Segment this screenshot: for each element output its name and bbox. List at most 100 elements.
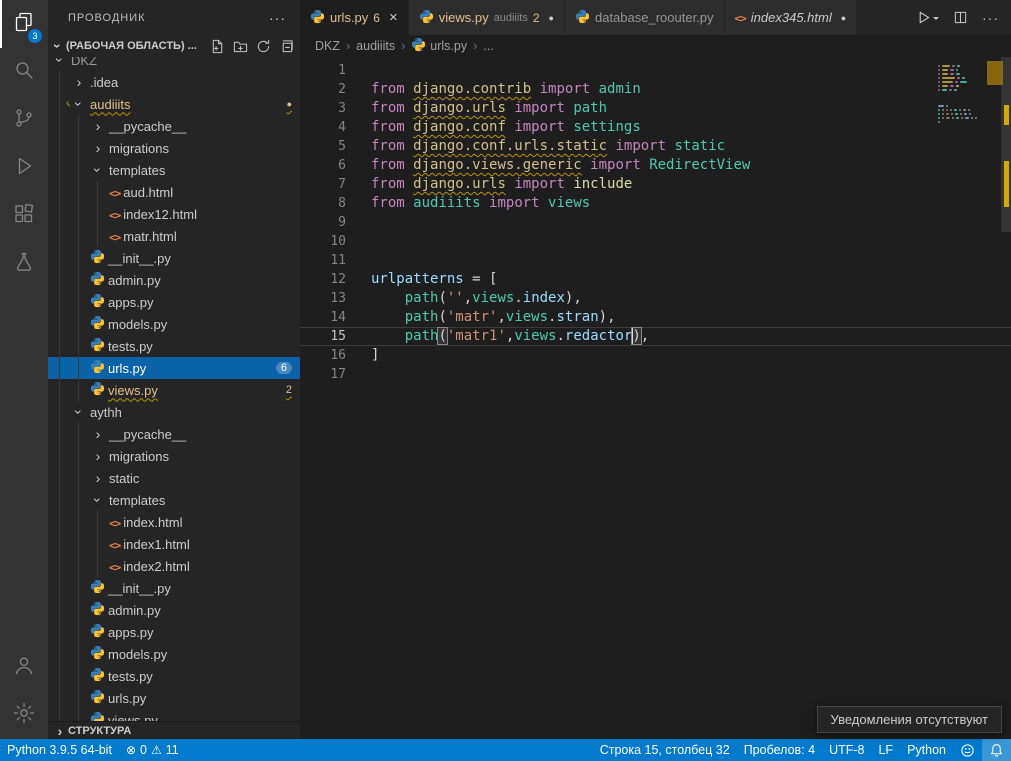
code-text[interactable]: ] (371, 346, 379, 365)
chevron-right-icon[interactable]: › (71, 74, 87, 90)
chevron-down-icon[interactable]: › (90, 492, 106, 508)
tree-item-matr.html[interactable]: <>matr.html (48, 225, 300, 247)
chevron-right-icon[interactable]: › (90, 448, 106, 464)
code-text[interactable]: from django.urls import path (371, 99, 607, 118)
breadcrumb-item-urls.py[interactable]: urls.py (411, 37, 467, 55)
tree-item-index2.html[interactable]: <>index2.html (48, 555, 300, 577)
code-text[interactable]: from django.views.generic import Redirec… (371, 156, 750, 175)
workspace-section-header[interactable]: › (РАБОЧАЯ ОБЛАСТЬ) ... (48, 35, 300, 57)
tree-item-.idea[interactable]: ›.idea (48, 71, 300, 93)
minimap-token (942, 117, 944, 119)
code-text[interactable]: from django.urls import include (371, 175, 632, 194)
chevron-right-icon[interactable]: › (90, 426, 106, 442)
tree-item-migrations[interactable]: ›migrations (48, 445, 300, 467)
minimap-token (938, 105, 944, 107)
tree-item-admin.py[interactable]: admin.py (48, 599, 300, 621)
run-icon[interactable] (916, 10, 939, 25)
problems-indicator[interactable]: ⊗0⚠11 (119, 739, 186, 761)
code-text[interactable]: path('',views.index), (371, 289, 582, 308)
python-interpreter[interactable]: Python 3.9.5 64-bit (0, 739, 119, 761)
tree-item-templates[interactable]: ›templates (48, 159, 300, 181)
tree-item-models.py[interactable]: models.py (48, 313, 300, 335)
tree-item-admin.py[interactable]: admin.py (48, 269, 300, 291)
activity-search[interactable] (0, 48, 48, 96)
tree-item-DKZ[interactable]: ›DKZ (48, 57, 300, 71)
tree-item-apps.py[interactable]: apps.py (48, 621, 300, 643)
notifications-bell[interactable] (982, 739, 1011, 761)
minimap-token (942, 89, 946, 91)
code-text[interactable]: urlpatterns = [ (371, 270, 497, 289)
overview-ruler[interactable] (1001, 57, 1011, 739)
tree-item-index1.html[interactable]: <>index1.html (48, 533, 300, 555)
tree-item-tests.py[interactable]: tests.py (48, 335, 300, 357)
split-editor-icon[interactable] (953, 10, 968, 25)
tree-item-migrations[interactable]: ›migrations (48, 137, 300, 159)
tree-item-urls.py[interactable]: urls.py6 (48, 357, 300, 379)
chevron-down-icon[interactable]: › (71, 96, 87, 112)
tab-database_roouter.py[interactable]: database_roouter.py (565, 0, 724, 35)
language-mode[interactable]: Python (900, 739, 953, 761)
breadcrumb-item-...[interactable]: ... (483, 39, 493, 53)
tab-urls.py[interactable]: urls.py6× (300, 0, 408, 35)
activity-account[interactable] (0, 643, 48, 691)
tree-item-templates[interactable]: ›templates (48, 489, 300, 511)
refresh-icon[interactable] (256, 39, 271, 54)
code-text[interactable]: path('matr',views.stran), (371, 308, 616, 327)
tree-item-__init__.py[interactable]: __init__.py (48, 247, 300, 269)
tree-item-__pycache__[interactable]: ›__pycache__ (48, 423, 300, 445)
indentation[interactable]: Пробелов: 4 (737, 739, 822, 761)
code-text[interactable]: from audiiits import views (371, 194, 590, 213)
tree-item-views.py[interactable]: views.py (48, 709, 300, 721)
activity-run-debug[interactable] (0, 144, 48, 192)
code-text[interactable]: path('matr1',views.redactor), (371, 327, 649, 346)
chevron-right-icon[interactable]: › (90, 118, 106, 134)
close-icon[interactable]: × (389, 11, 398, 25)
tree-item-aythh[interactable]: ›aythh (48, 401, 300, 423)
tab-index345.html[interactable]: <>index345.html● (725, 0, 857, 35)
outline-section-header[interactable]: › СТРУКТУРА (48, 721, 300, 739)
code-text[interactable]: from django.contrib import admin (371, 80, 641, 99)
tab-label: database_roouter.py (595, 10, 714, 25)
activity-source-control[interactable] (0, 96, 48, 144)
chevron-down-icon[interactable]: › (52, 57, 68, 68)
chevron-right-icon[interactable]: › (90, 140, 106, 156)
feedback-icon[interactable] (953, 739, 982, 761)
tree-item-static[interactable]: ›static (48, 467, 300, 489)
activity-extensions[interactable] (0, 192, 48, 240)
code-text[interactable]: from django.conf.urls.static import stat… (371, 137, 725, 156)
tree-item-__pycache__[interactable]: ›__pycache__ (48, 115, 300, 137)
breadcrumb-item-DKZ[interactable]: DKZ (315, 39, 340, 53)
encoding[interactable]: UTF-8 (822, 739, 871, 761)
tree-item-tests.py[interactable]: tests.py (48, 665, 300, 687)
new-folder-icon[interactable] (233, 39, 248, 54)
tree-item-views.py[interactable]: views.py2 (48, 379, 300, 401)
chevron-down-icon[interactable]: › (90, 162, 106, 178)
tree-item-models.py[interactable]: models.py (48, 643, 300, 665)
activity-explorer[interactable]: 3 (0, 0, 48, 48)
python-interpreter-label: Python 3.9.5 64-bit (7, 743, 112, 757)
tree-item-index.html[interactable]: <>index.html (48, 511, 300, 533)
code-editor[interactable]: 12from django.contrib import admin3from … (300, 57, 1011, 739)
more-actions-icon[interactable]: ··· (269, 10, 286, 26)
tree-item-label: templates (109, 163, 165, 178)
chevron-down-icon[interactable]: › (71, 404, 87, 420)
activity-settings[interactable] (0, 691, 48, 739)
tree-item-index12.html[interactable]: <>index12.html (48, 203, 300, 225)
minimap[interactable] (938, 61, 1000, 129)
new-file-icon[interactable] (210, 39, 225, 54)
tab-views.py[interactable]: views.pyaudiiits2● (409, 0, 564, 35)
chevron-right-icon[interactable]: › (90, 470, 106, 486)
eol[interactable]: LF (871, 739, 900, 761)
code-text[interactable]: from django.conf import settings (371, 118, 641, 137)
activity-testing[interactable] (0, 240, 48, 288)
tree-item-aud.html[interactable]: <>aud.html (48, 181, 300, 203)
breadcrumb-item-audiiits[interactable]: audiiits (356, 39, 395, 53)
tree-item-audiiits[interactable]: ›audiiits● (48, 93, 300, 115)
indent-guide (78, 335, 90, 357)
tree-item-__init__.py[interactable]: __init__.py (48, 577, 300, 599)
collapse-all-icon[interactable] (279, 39, 294, 54)
cursor-position[interactable]: Строка 15, столбец 32 (593, 739, 737, 761)
more-actions-icon[interactable]: ··· (982, 10, 999, 26)
tree-item-urls.py[interactable]: urls.py (48, 687, 300, 709)
tree-item-apps.py[interactable]: apps.py (48, 291, 300, 313)
